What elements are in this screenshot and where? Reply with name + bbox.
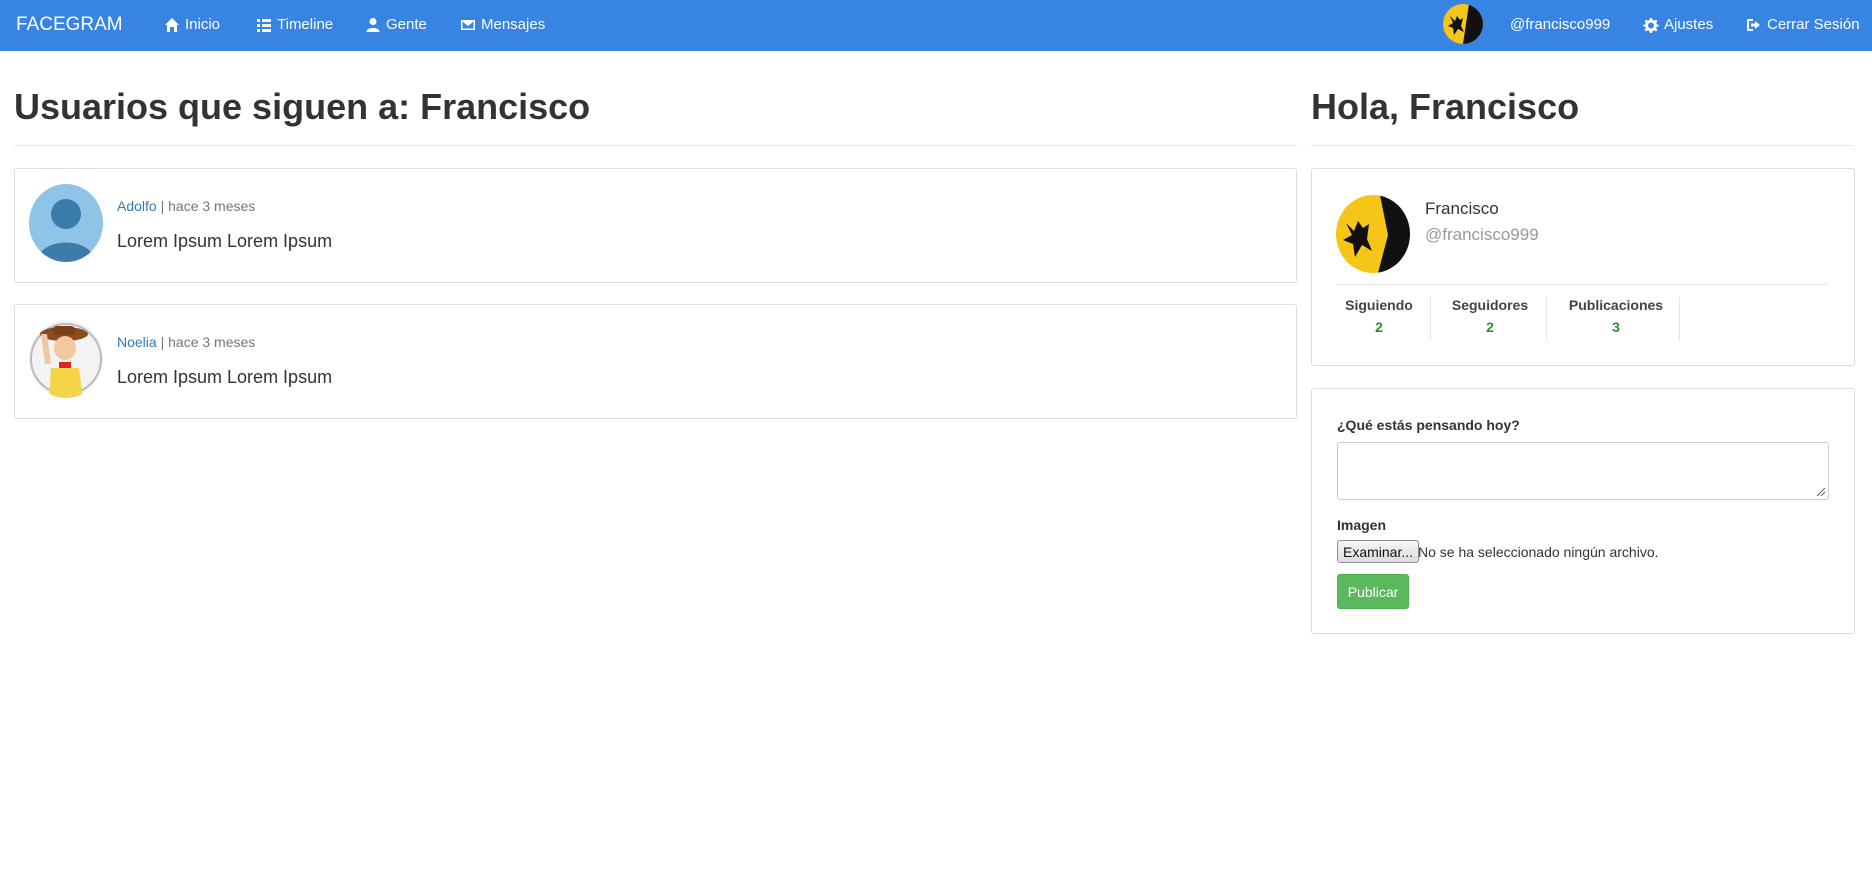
stat-separator bbox=[1679, 297, 1680, 341]
nav-mensajes-label: Mensajes bbox=[481, 16, 546, 33]
stat-value: 3 bbox=[1612, 319, 1620, 335]
post-author-link[interactable]: Adolfo bbox=[117, 198, 157, 214]
user-icon bbox=[366, 17, 380, 32]
nav-inicio-label: Inicio bbox=[185, 16, 221, 33]
new-post-form: ¿Qué estás pensando hoy? Imagen Examinar… bbox=[1311, 388, 1855, 634]
file-status-text: No se ha seleccionado ningún archivo. bbox=[1418, 544, 1659, 560]
nav-cerrar-sesion-label: Cerrar Sesión bbox=[1767, 16, 1860, 33]
envelope-icon bbox=[461, 19, 475, 30]
stat-value: 2 bbox=[1375, 319, 1383, 335]
home-icon bbox=[165, 17, 179, 32]
stat-label: Publicaciones bbox=[1568, 297, 1664, 313]
profile-handle: @francisco999 bbox=[1425, 225, 1539, 244]
post-author-link[interactable]: Noelia bbox=[117, 334, 157, 350]
nav-cerrar-sesion[interactable]: Cerrar Sesión bbox=[1746, 16, 1860, 33]
title-divider bbox=[14, 145, 1297, 146]
greeting-divider bbox=[1311, 145, 1854, 146]
post-card: Noelia | hace 3 meses Lorem Ipsum Lorem … bbox=[14, 304, 1297, 419]
brand-logo[interactable]: FACEGRAM bbox=[16, 14, 123, 36]
post-time: hace 3 meses bbox=[168, 334, 256, 350]
meta-separator: | bbox=[160, 198, 165, 214]
resize-grip-icon[interactable] bbox=[1814, 485, 1826, 497]
nav-mensajes[interactable]: Mensajes bbox=[460, 16, 545, 33]
greeting-title: Hola, Francisco bbox=[1311, 86, 1580, 127]
profile-divider bbox=[1336, 284, 1828, 285]
profile-card: Francisco @francisco999 Siguiendo 2 Segu… bbox=[1311, 168, 1855, 366]
profile-avatar[interactable] bbox=[1336, 195, 1410, 273]
nav-inicio[interactable]: Inicio bbox=[164, 16, 220, 33]
stat-value: 2 bbox=[1486, 319, 1494, 335]
post-time: hace 3 meses bbox=[168, 198, 256, 214]
stat-seguidores[interactable]: Seguidores 2 bbox=[1440, 297, 1540, 341]
post-text: Lorem Ipsum Lorem Ipsum bbox=[117, 231, 333, 251]
stat-label: Siguiendo bbox=[1345, 297, 1413, 313]
status-textarea[interactable] bbox=[1337, 442, 1829, 500]
profile-name: Francisco bbox=[1425, 199, 1499, 218]
nav-gente-label: Gente bbox=[386, 16, 427, 33]
nav-ajustes[interactable]: Ajustes bbox=[1643, 16, 1713, 33]
stat-label: Seguidores bbox=[1451, 297, 1529, 313]
post-meta: Adolfo | hace 3 meses bbox=[117, 198, 255, 214]
nav-user-avatar[interactable] bbox=[1443, 4, 1483, 44]
stat-separator bbox=[1430, 297, 1431, 341]
logout-icon bbox=[1747, 18, 1760, 31]
post-author-avatar[interactable] bbox=[29, 184, 103, 262]
meta-separator: | bbox=[160, 334, 165, 350]
post-author-avatar[interactable] bbox=[29, 320, 103, 398]
nav-username[interactable]: @francisco999 bbox=[1510, 16, 1610, 33]
stat-publicaciones[interactable]: Publicaciones 3 bbox=[1556, 297, 1676, 341]
stat-siguiendo[interactable]: Siguiendo 2 bbox=[1336, 297, 1422, 341]
nav-timeline-label: Timeline bbox=[277, 16, 334, 33]
nav-timeline[interactable]: Timeline bbox=[256, 16, 333, 33]
post-meta: Noelia | hace 3 meses bbox=[117, 334, 255, 350]
stat-separator bbox=[1546, 297, 1547, 341]
post-text: Lorem Ipsum Lorem Ipsum bbox=[117, 367, 333, 387]
nav-ajustes-label: Ajustes bbox=[1664, 16, 1714, 33]
publish-button[interactable]: Publicar bbox=[1337, 574, 1409, 609]
gear-icon bbox=[1643, 17, 1659, 33]
nav-gente[interactable]: Gente bbox=[365, 16, 427, 33]
page-title: Usuarios que siguen a: Francisco bbox=[14, 86, 591, 127]
list-icon bbox=[257, 18, 271, 32]
post-card: Adolfo | hace 3 meses Lorem Ipsum Lorem … bbox=[14, 168, 1297, 283]
top-navbar: FACEGRAM Inicio Timeline Gente Mensajes … bbox=[0, 0, 1872, 51]
image-label: Imagen bbox=[1337, 517, 1387, 533]
file-browse-button[interactable]: Examinar... bbox=[1337, 540, 1420, 563]
status-question-label: ¿Qué estás pensando hoy? bbox=[1337, 417, 1520, 433]
